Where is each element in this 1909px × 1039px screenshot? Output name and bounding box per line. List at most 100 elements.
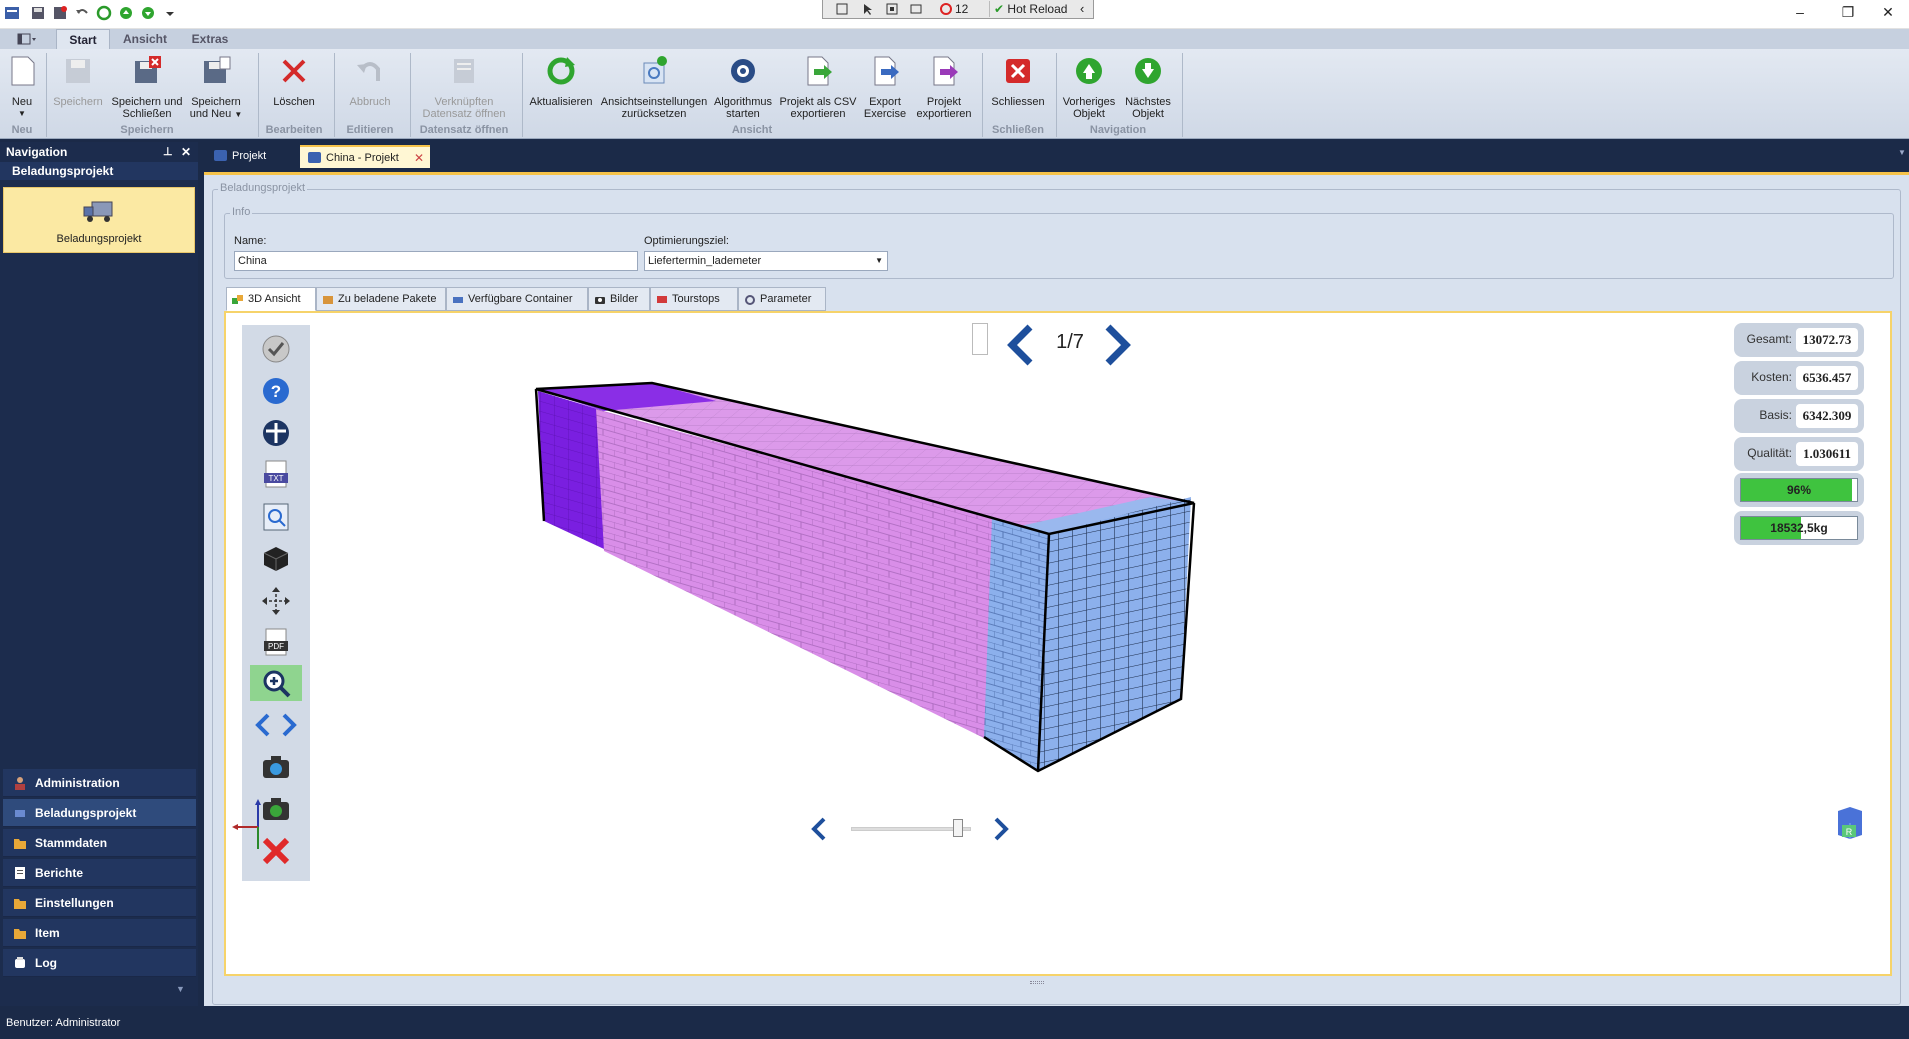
undo-icon[interactable]	[74, 5, 90, 21]
select-element-icon[interactable]	[835, 2, 849, 16]
tab-label: Tourstops	[672, 293, 720, 305]
csv-export-button[interactable]: Projekt als CSV exportieren	[778, 55, 858, 120]
splitter-handle[interactable]	[1030, 981, 1044, 984]
save-icon[interactable]	[30, 5, 46, 21]
selection-box[interactable]	[972, 323, 988, 355]
slider-next-icon[interactable]	[990, 815, 1014, 843]
app-menu-button[interactable]	[12, 29, 42, 49]
nav-expand-icon[interactable]: ▼	[176, 984, 185, 994]
close-tab-icon[interactable]: ✕	[414, 147, 424, 169]
navigation-title: Navigation	[6, 145, 68, 159]
document-tab-bar: Projekt China - Projekt ✕ ▼	[204, 142, 1909, 168]
pdf-export-icon[interactable]: PDF	[260, 627, 292, 659]
export-exercise-button[interactable]: Export Exercise	[860, 55, 910, 120]
zoom-in-icon[interactable]	[260, 667, 292, 699]
nav-item-beladungsprojekt[interactable]: Beladungsprojekt	[3, 799, 196, 827]
frame-icon[interactable]	[885, 2, 899, 16]
speichern-neu-button[interactable]: Speichern und Neu ▼	[188, 55, 244, 121]
nav-item-einstellungen[interactable]: Einstellungen	[3, 889, 196, 917]
speichern-button[interactable]: Speichern	[50, 55, 106, 108]
tab-3d-ansicht[interactable]: 3D Ansicht	[226, 287, 316, 311]
rotate-view-icon[interactable]	[260, 585, 292, 617]
aktualisieren-button[interactable]: Aktualisieren	[526, 55, 596, 108]
tab-start[interactable]: Start	[56, 29, 110, 49]
up-icon[interactable]	[118, 5, 134, 21]
check-icon: ✔	[994, 2, 1005, 16]
tab-ansicht[interactable]: Ansicht	[116, 29, 174, 49]
projekt-exportieren-button[interactable]: Projekt exportieren	[912, 55, 976, 120]
layer-slider[interactable]	[851, 819, 971, 837]
close-window-button[interactable]: ✕	[1868, 2, 1908, 22]
naechstes-objekt-button[interactable]: Nächstes Objekt	[1120, 55, 1176, 120]
tab-zu-beladene-pakete[interactable]: Zu beladene Pakete	[316, 287, 446, 311]
nav-item-berichte[interactable]: Berichte	[3, 859, 196, 887]
optimierungsziel-label: Optimierungsziel:	[644, 235, 729, 247]
help-icon[interactable]: ?	[260, 375, 292, 407]
cargo-purple-block	[538, 391, 604, 549]
vorheriges-objekt-button[interactable]: Vorheriges Objekt	[1060, 55, 1118, 120]
save-close-icon[interactable]	[52, 5, 68, 21]
tab-verfuegbare-container[interactable]: Verfügbare Container	[446, 287, 588, 311]
tab-label: China - Projekt	[326, 152, 399, 164]
loeschen-label: Löschen	[273, 96, 315, 108]
prev-next-icon[interactable]	[250, 709, 302, 741]
txt-export-icon[interactable]: TXT	[260, 459, 292, 491]
neu-button[interactable]: Neu ▼	[4, 55, 40, 120]
view-cube-icon[interactable]: R	[1834, 805, 1866, 841]
truck-icon	[657, 296, 667, 303]
slider-prev-icon[interactable]	[806, 815, 830, 843]
layout-icon[interactable]	[909, 2, 923, 16]
next-arrow-icon[interactable]	[1100, 323, 1134, 367]
refresh-icon[interactable]	[96, 5, 112, 21]
container-3d-model[interactable]	[526, 377, 1226, 777]
tab-projekt[interactable]: Projekt	[206, 145, 298, 168]
next-icon	[1135, 58, 1161, 84]
verknuepften-datensatz-button[interactable]: Verknüpften Datensatz öffnen	[414, 55, 514, 120]
tab-china-projekt[interactable]: China - Projekt ✕	[300, 145, 430, 168]
name-field[interactable]: China	[234, 251, 638, 271]
beladungsprojekt-tile[interactable]: Beladungsprojekt	[3, 187, 195, 253]
binding-error-icon	[940, 3, 952, 15]
search-document-icon[interactable]	[260, 501, 292, 533]
tab-extras[interactable]: Extras	[182, 29, 238, 49]
nav-item-stammdaten[interactable]: Stammdaten	[3, 829, 196, 857]
stat-label: Basis:	[1759, 408, 1792, 422]
minimize-button[interactable]: –	[1780, 2, 1820, 22]
tab-tourstops[interactable]: Tourstops	[650, 287, 738, 311]
check-icon[interactable]	[260, 333, 292, 365]
algorithmus-button[interactable]: Algorithmus starten	[710, 55, 776, 120]
navigation-section-title: Beladungsprojekt	[0, 162, 198, 180]
pointer-icon[interactable]	[861, 2, 875, 16]
nav-item-label: Administration	[35, 776, 120, 790]
optimierungsziel-select[interactable]: Liefertermin_lademeter ▼	[644, 251, 888, 271]
down-icon[interactable]	[140, 5, 156, 21]
tab-overflow-icon[interactable]: ▼	[1898, 148, 1906, 157]
schliessen-button[interactable]: Schliessen	[986, 55, 1050, 108]
previous-arrow-icon[interactable]	[1004, 323, 1038, 367]
export-project-icon	[933, 56, 958, 86]
cube-icon[interactable]	[260, 543, 292, 575]
nav-item-log[interactable]: Log	[3, 949, 196, 977]
collapse-icon[interactable]: ‹	[1080, 0, 1084, 17]
customize-icon[interactable]	[162, 5, 178, 21]
restore-button[interactable]: ❐	[1828, 2, 1868, 22]
nav-item-administration[interactable]: Administration	[3, 769, 196, 797]
loeschen-button[interactable]: Löschen	[262, 55, 326, 108]
ribbon-tab-bar: Start Ansicht Extras	[0, 29, 1909, 49]
tab-parameter[interactable]: Parameter	[738, 287, 826, 311]
slider-thumb[interactable]	[953, 819, 963, 837]
3d-viewport[interactable]: ? TXT PDF 1/7 Gesamt: 13072.73 Kosten: 6…	[224, 311, 1892, 976]
compass-icon[interactable]	[260, 417, 292, 449]
tab-label: Projekt	[232, 150, 267, 162]
close-panel-icon[interactable]: ✕	[181, 142, 191, 162]
hot-reload-button[interactable]: ✔ Hot Reload	[989, 1, 1087, 17]
svg-text:R: R	[1846, 827, 1853, 837]
tab-bilder[interactable]: Bilder	[588, 287, 650, 311]
ansichtseinstellungen-button[interactable]: Ansichtseinstellungen zurücksetzen	[600, 55, 708, 120]
speichern-schliessen-button[interactable]: Speichern und Schließen	[110, 55, 184, 120]
pin-icon[interactable]: ⊥	[163, 142, 173, 162]
vorheriges-label-1: Vorheriges	[1062, 96, 1116, 108]
nav-item-item[interactable]: Item	[3, 919, 196, 947]
abbruch-button[interactable]: Abbruch	[338, 55, 402, 108]
camera-icon[interactable]	[260, 751, 292, 783]
